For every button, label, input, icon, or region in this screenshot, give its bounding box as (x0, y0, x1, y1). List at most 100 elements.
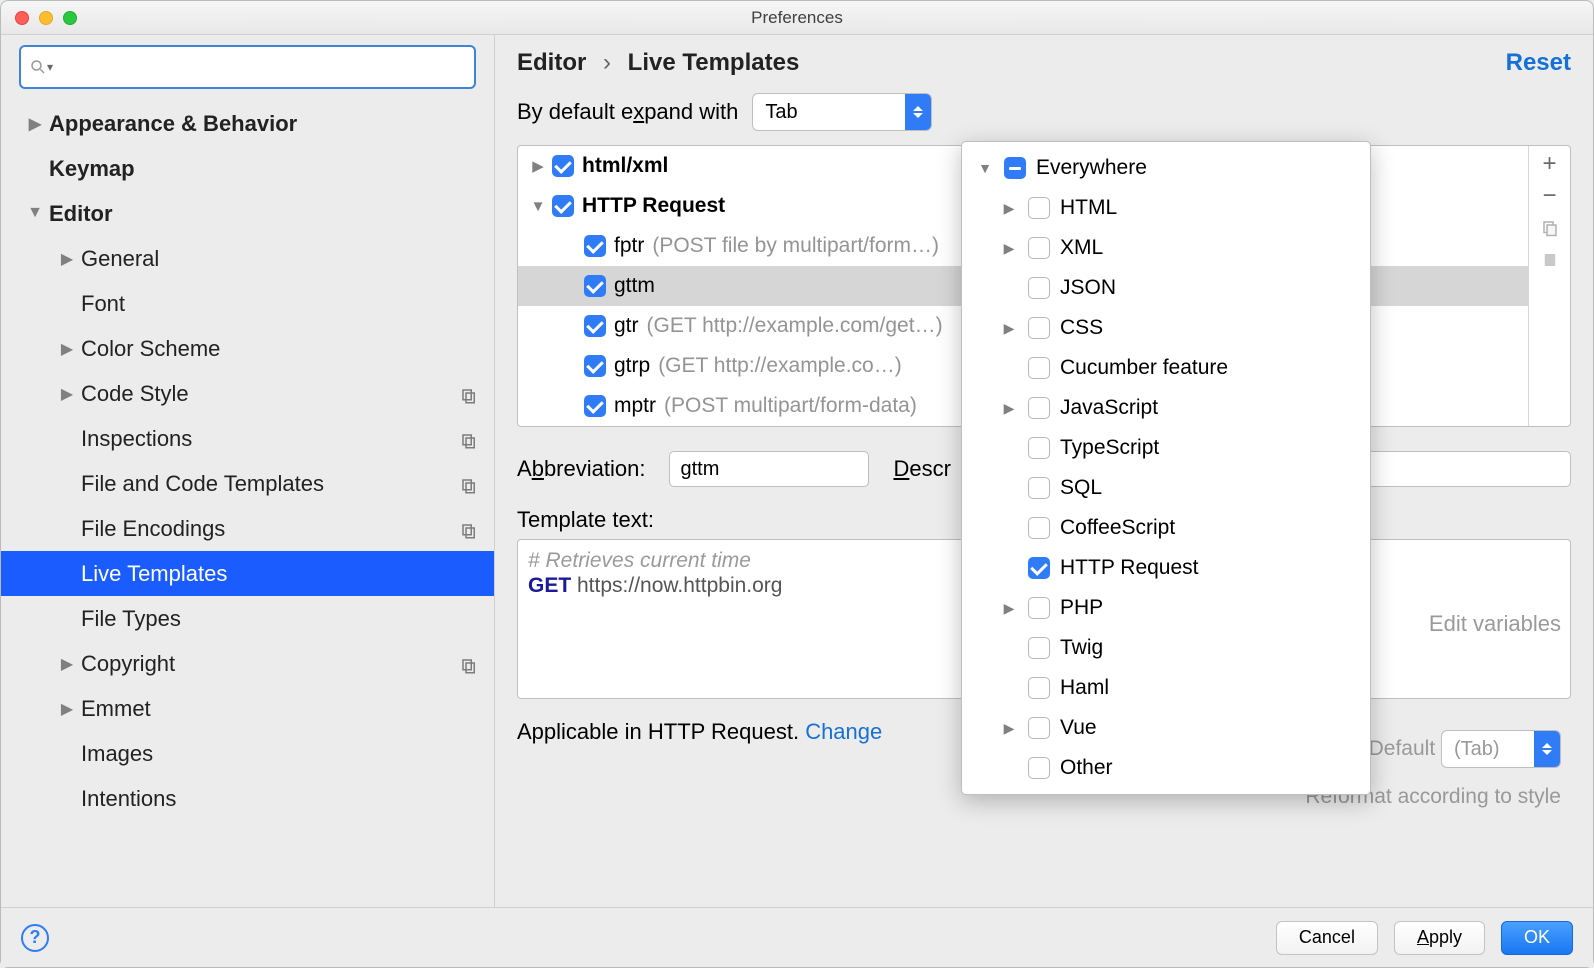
scheme-switcher-icon[interactable] (460, 430, 478, 448)
search-field[interactable]: ▾ (19, 45, 476, 89)
cancel-button[interactable]: Cancel (1276, 921, 1378, 955)
sidebar-item-emmet[interactable]: ▶Emmet (1, 686, 494, 731)
sidebar-item-inspections[interactable]: Inspections (1, 416, 494, 461)
scheme-switcher-icon[interactable] (460, 475, 478, 493)
disclosure-triangle-icon[interactable]: ▶ (25, 114, 45, 134)
template-checkbox[interactable] (584, 395, 606, 417)
search-history-caret-icon[interactable]: ▾ (47, 60, 53, 74)
select-stepper-icon (905, 94, 931, 130)
disclosure-triangle-icon[interactable]: ▶ (1000, 600, 1018, 617)
ok-button[interactable]: OK (1501, 921, 1573, 955)
breadcrumb-leaf: Live Templates (628, 49, 800, 76)
context-checkbox[interactable] (1028, 357, 1050, 379)
add-template-button[interactable]: + (1538, 152, 1562, 176)
context-checkbox[interactable] (1028, 677, 1050, 699)
context-item-haml[interactable]: Haml (962, 668, 1370, 708)
help-button[interactable]: ? (21, 924, 49, 952)
sidebar-item-keymap[interactable]: Keymap (1, 146, 494, 191)
sidebar-item-intentions[interactable]: Intentions (1, 776, 494, 821)
context-item-twig[interactable]: Twig (962, 628, 1370, 668)
disclosure-triangle-icon[interactable]: ▶ (57, 339, 77, 359)
context-checkbox[interactable] (1028, 757, 1050, 779)
context-checkbox[interactable] (1028, 597, 1050, 619)
sidebar-item-label: Intentions (81, 786, 176, 812)
edit-variables-button[interactable]: Edit variables (1429, 611, 1561, 637)
context-item-php[interactable]: ▶PHP (962, 588, 1370, 628)
context-item-javascript[interactable]: ▶JavaScript (962, 388, 1370, 428)
context-item-css[interactable]: ▶CSS (962, 308, 1370, 348)
remove-template-button[interactable]: − (1538, 184, 1562, 208)
context-item-vue[interactable]: ▶Vue (962, 708, 1370, 748)
disclosure-triangle-icon[interactable]: ▶ (57, 654, 77, 674)
duplicate-template-button[interactable] (1538, 216, 1562, 240)
context-item-everywhere[interactable]: ▼Everywhere (962, 148, 1370, 188)
sidebar-item-color-scheme[interactable]: ▶Color Scheme (1, 326, 494, 371)
context-checkbox[interactable] (1028, 637, 1050, 659)
disclosure-triangle-icon[interactable]: ▶ (57, 699, 77, 719)
context-item-other[interactable]: Other (962, 748, 1370, 788)
disclosure-triangle-icon[interactable]: ▶ (57, 249, 77, 269)
disclosure-triangle-icon[interactable]: ▶ (1000, 400, 1018, 417)
context-checkbox[interactable] (1028, 277, 1050, 299)
context-checkbox[interactable] (1028, 317, 1050, 339)
sidebar-item-editor[interactable]: ▼Editor (1, 191, 494, 236)
sidebar-item-general[interactable]: ▶General (1, 236, 494, 281)
context-item-json[interactable]: JSON (962, 268, 1370, 308)
template-checkbox[interactable] (584, 315, 606, 337)
template-desc: (POST multipart/form-data) (664, 394, 917, 418)
context-item-typescript[interactable]: TypeScript (962, 428, 1370, 468)
context-checkbox[interactable] (1028, 477, 1050, 499)
disclosure-triangle-icon[interactable]: ▶ (57, 384, 77, 404)
disclosure-triangle-icon[interactable]: ▼ (25, 204, 45, 222)
sidebar-item-file-types[interactable]: File Types (1, 596, 494, 641)
scheme-switcher-icon[interactable] (460, 520, 478, 538)
context-checkbox[interactable] (1004, 157, 1026, 179)
template-checkbox[interactable] (584, 355, 606, 377)
expand-with-select[interactable]: Tab (752, 93, 932, 131)
disclosure-triangle-icon[interactable]: ▶ (528, 157, 548, 175)
context-item-sql[interactable]: SQL (962, 468, 1370, 508)
scheme-switcher-icon[interactable] (460, 385, 478, 403)
abbreviation-input[interactable] (669, 451, 869, 487)
context-checkbox[interactable] (1028, 557, 1050, 579)
expand-with-default-select[interactable]: (Tab) (1441, 730, 1561, 768)
sidebar-item-copyright[interactable]: ▶Copyright (1, 641, 494, 686)
change-contexts-link[interactable]: Change (805, 719, 882, 744)
context-item-coffeescript[interactable]: CoffeeScript (962, 508, 1370, 548)
group-checkbox[interactable] (552, 155, 574, 177)
paste-template-button[interactable] (1538, 248, 1562, 272)
sidebar-item-font[interactable]: Font (1, 281, 494, 326)
settings-tree[interactable]: ▶Appearance & BehaviorKeymap▼Editor▶Gene… (1, 101, 494, 907)
disclosure-triangle-icon[interactable]: ▼ (528, 198, 548, 215)
context-checkbox[interactable] (1028, 717, 1050, 739)
context-item-html[interactable]: ▶HTML (962, 188, 1370, 228)
disclosure-triangle-icon[interactable]: ▶ (1000, 320, 1018, 337)
scheme-switcher-icon[interactable] (460, 655, 478, 673)
sidebar-item-live-templates[interactable]: Live Templates (1, 551, 494, 596)
reset-link[interactable]: Reset (1506, 49, 1571, 77)
disclosure-triangle-icon[interactable]: ▶ (1000, 200, 1018, 217)
context-checkbox[interactable] (1028, 437, 1050, 459)
apply-button[interactable]: Apply (1394, 921, 1485, 955)
sidebar-item-images[interactable]: Images (1, 731, 494, 776)
group-checkbox[interactable] (552, 195, 574, 217)
sidebar-item-file-encodings[interactable]: File Encodings (1, 506, 494, 551)
sidebar-item-code-style[interactable]: ▶Code Style (1, 371, 494, 416)
disclosure-triangle-icon[interactable]: ▼ (976, 160, 994, 176)
context-item-http-request[interactable]: HTTP Request (962, 548, 1370, 588)
context-item-xml[interactable]: ▶XML (962, 228, 1370, 268)
search-input[interactable] (57, 56, 466, 79)
sidebar-item-appearance-behavior[interactable]: ▶Appearance & Behavior (1, 101, 494, 146)
context-checkbox[interactable] (1028, 397, 1050, 419)
template-checkbox[interactable] (584, 275, 606, 297)
disclosure-triangle-icon[interactable]: ▶ (1000, 240, 1018, 257)
context-checkbox[interactable] (1028, 197, 1050, 219)
context-checkbox[interactable] (1028, 517, 1050, 539)
context-item-cucumber-feature[interactable]: Cucumber feature (962, 348, 1370, 388)
context-checkbox[interactable] (1028, 237, 1050, 259)
template-desc: (GET http://example.co…) (658, 354, 902, 378)
sidebar-item-file-and-code-templates[interactable]: File and Code Templates (1, 461, 494, 506)
template-checkbox[interactable] (584, 235, 606, 257)
disclosure-triangle-icon[interactable]: ▶ (1000, 720, 1018, 737)
context-types-popup[interactable]: ▼Everywhere▶HTML▶XMLJSON▶CSSCucumber fea… (961, 141, 1371, 795)
